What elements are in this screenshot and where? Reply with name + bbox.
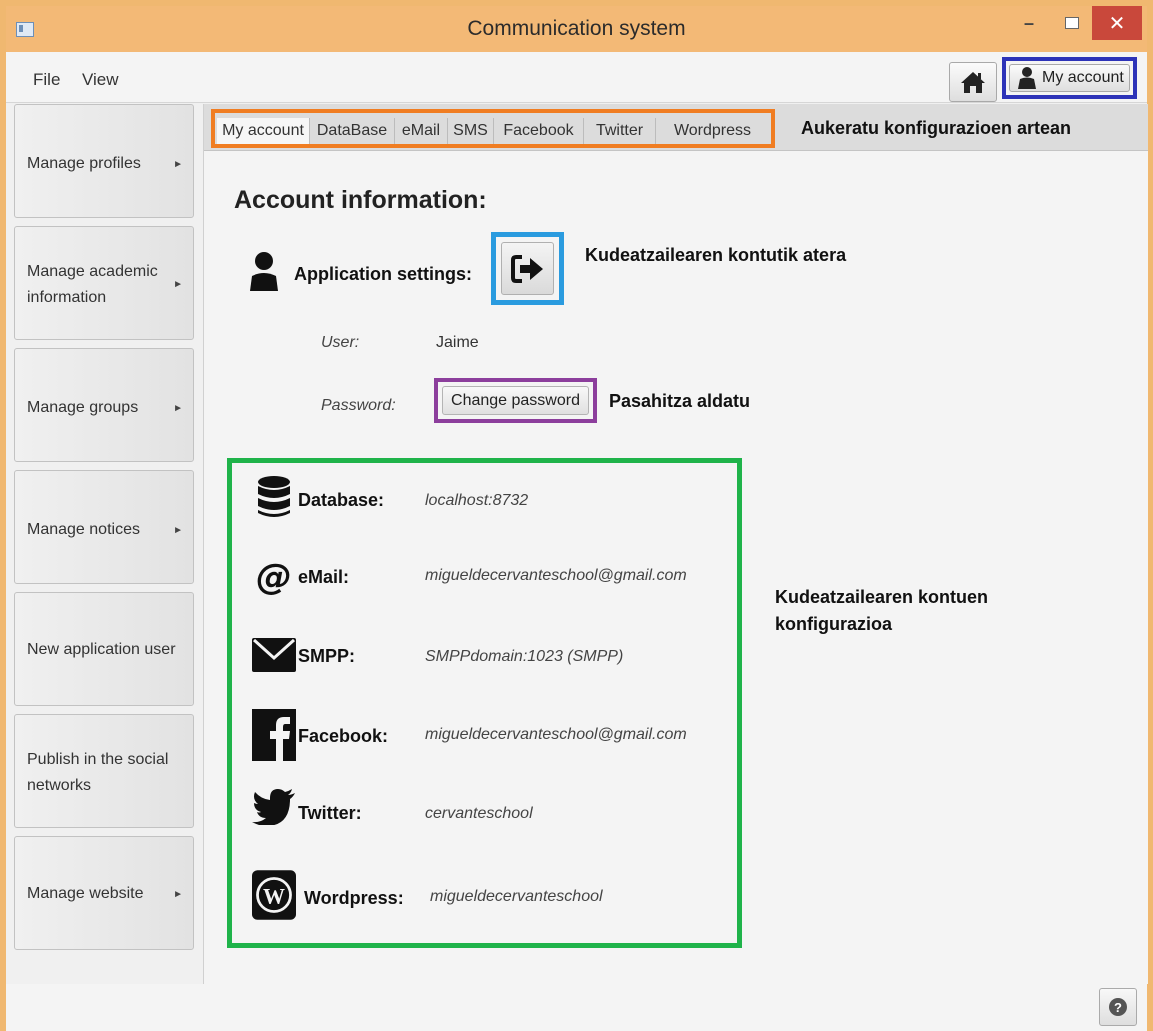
close-button[interactable]: ✕	[1092, 6, 1142, 40]
sidebar-item-label: Publish in the social networks	[27, 751, 169, 794]
change-password-highlight: Change password	[434, 378, 597, 423]
tab-database[interactable]: DataBase	[310, 118, 395, 144]
maximize-button[interactable]	[1052, 6, 1092, 40]
my-account-highlight: My account	[1002, 57, 1137, 99]
submenu-arrow-icon: ►	[173, 525, 183, 536]
twitter-icon	[252, 785, 296, 829]
person-icon	[250, 252, 278, 291]
user-label: User:	[321, 334, 360, 351]
svg-text:W: W	[263, 883, 285, 908]
user-value: Jaime	[436, 334, 479, 351]
home-icon	[961, 72, 985, 93]
config-value: cervanteschool	[425, 805, 533, 822]
config-value: localhost:8732	[425, 492, 529, 509]
help-icon: ?	[1109, 998, 1127, 1016]
config-value: migueldecervanteschool@gmail.com	[425, 567, 687, 584]
sidebar-item-manage-academic-information[interactable]: Manage academic information ►	[14, 226, 194, 340]
facebook-icon	[252, 708, 296, 762]
submenu-arrow-icon: ►	[173, 403, 183, 414]
submenu-arrow-icon: ►	[173, 889, 183, 900]
tab-twitter[interactable]: Twitter	[584, 118, 656, 144]
sidebar-item-manage-notices[interactable]: Manage notices ►	[14, 470, 194, 584]
wordpress-icon: W	[252, 868, 296, 922]
config-label: Wordpress:	[304, 888, 404, 908]
sidebar-item-label: Manage academic information	[27, 263, 158, 306]
sidebar-item-manage-website[interactable]: Manage website ►	[14, 836, 194, 950]
sidebar-item-new-application-user[interactable]: New application user	[14, 592, 194, 706]
tab-facebook[interactable]: Facebook	[494, 118, 584, 144]
sidebar-item-manage-groups[interactable]: Manage groups ►	[14, 348, 194, 462]
sidebar-item-label: New application user	[27, 641, 176, 658]
sidebar-item-label: Manage notices	[27, 521, 140, 538]
accounts-configuration-highlight: Database: localhost:8732 @ eMail: miguel…	[227, 458, 742, 948]
home-button[interactable]	[949, 62, 997, 102]
config-label: Facebook:	[298, 726, 389, 746]
submenu-arrow-icon: ►	[173, 279, 183, 290]
at-sign-icon: @	[256, 556, 292, 598]
application-window: Communication system – ✕ File View My ac…	[0, 0, 1153, 1031]
logout-highlight	[491, 232, 564, 305]
my-account-button[interactable]: My account	[1009, 64, 1130, 92]
menu-view[interactable]: View	[82, 70, 119, 90]
main-content: My account DataBase eMail SMS Facebook T…	[203, 104, 1148, 984]
minimize-button[interactable]: –	[1009, 6, 1049, 40]
logout-button[interactable]	[501, 242, 554, 295]
sidebar-item-publish-social-networks[interactable]: Publish in the social networks	[14, 714, 194, 828]
database-icon	[252, 475, 296, 519]
tabs-annotation: Aukeratu konfigurazioen artean	[801, 118, 1072, 138]
password-annotation: Pasahitza aldatu	[609, 391, 751, 411]
config-value: migueldecervanteschool@gmail.com	[425, 726, 687, 743]
menu-file[interactable]: File	[33, 70, 60, 90]
config-label: Database:	[298, 490, 385, 510]
application-settings-label: Application settings:	[294, 264, 473, 284]
tab-strip: My account DataBase eMail SMS Facebook T…	[204, 104, 1148, 151]
tab-email[interactable]: eMail	[395, 118, 448, 144]
config-label: Twitter:	[298, 803, 362, 823]
help-button[interactable]: ?	[1099, 988, 1137, 1026]
sidebar-item-label: Manage website	[27, 885, 144, 902]
tabs-highlight: My account DataBase eMail SMS Facebook T…	[211, 109, 775, 148]
config-value: SMPPdomain:1023 (SMPP)	[425, 648, 624, 665]
user-icon	[1018, 67, 1036, 89]
menu-bar: File View My account	[6, 52, 1147, 103]
sidebar-item-label: Manage groups	[27, 399, 139, 416]
logout-annotation: Kudeatzailearen kontutik atera	[585, 245, 847, 265]
change-password-button[interactable]: Change password	[442, 386, 589, 415]
sidebar-item-label: Manage profiles	[27, 155, 141, 172]
account-information-heading: Account information:	[234, 186, 487, 214]
sign-out-icon	[510, 254, 543, 283]
my-account-label: My account	[1042, 69, 1124, 86]
sidebar-item-manage-profiles[interactable]: Manage profiles ►	[14, 104, 194, 218]
config-label: SMPP:	[298, 646, 356, 666]
maximize-icon	[1065, 17, 1079, 29]
config-value: migueldecervanteschool	[430, 888, 603, 905]
window-title: Communication system	[467, 17, 686, 40]
submenu-arrow-icon: ►	[173, 159, 183, 170]
config-label: eMail:	[298, 567, 350, 587]
accounts-configuration-annotation: Kudeatzailearen kontuen konfigurazioa	[775, 587, 989, 634]
status-bar: ?	[6, 984, 1147, 1031]
password-label: Password:	[321, 397, 396, 414]
title-bar[interactable]: Communication system – ✕	[6, 6, 1147, 52]
tab-my-account[interactable]: My account	[217, 118, 310, 144]
tab-sms[interactable]: SMS	[448, 118, 494, 144]
envelope-icon	[252, 633, 296, 677]
tab-wordpress[interactable]: Wordpress	[656, 118, 769, 144]
